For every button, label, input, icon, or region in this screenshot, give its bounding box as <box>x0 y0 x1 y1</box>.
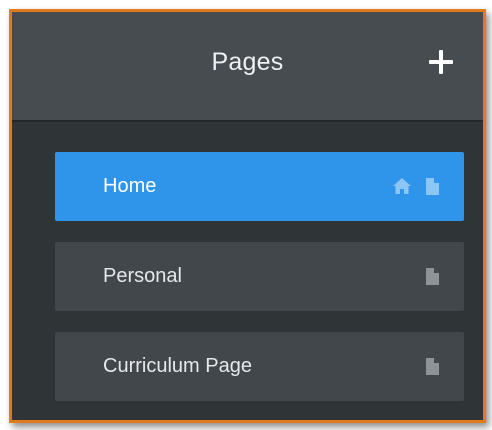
page-icon <box>426 178 439 195</box>
panel-title: Pages <box>211 48 284 76</box>
add-page-button[interactable] <box>425 46 457 78</box>
page-item-label: Curriculum Page <box>103 355 252 377</box>
page-list: Home Personal Curriculum Page <box>55 152 464 420</box>
page-item-label: Home <box>103 175 157 197</box>
home-icon <box>393 178 411 194</box>
page-icon <box>426 358 439 375</box>
page-item-label: Personal <box>103 265 182 287</box>
page-item-home[interactable]: Home <box>55 152 464 221</box>
page-item-personal[interactable]: Personal <box>55 242 464 311</box>
page-item-curriculum-page[interactable]: Curriculum Page <box>55 332 464 401</box>
pages-panel: Pages Home Personal Curriculum Page <box>9 9 486 423</box>
panel-header: Pages <box>12 12 483 122</box>
page-icon <box>426 268 439 285</box>
